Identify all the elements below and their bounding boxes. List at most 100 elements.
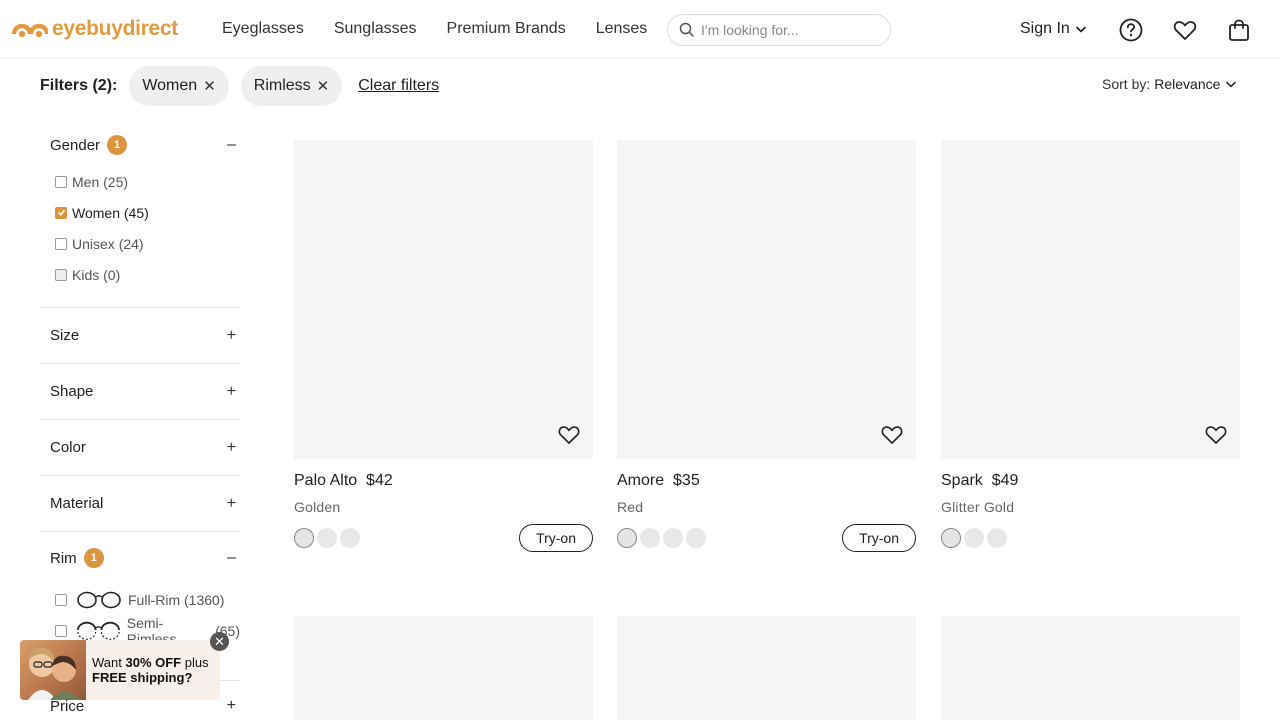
option-label: Men: [72, 173, 100, 190]
product-image[interactable]: [294, 616, 593, 720]
sort-prefix: Sort by:: [1102, 76, 1151, 92]
product-price: $42: [366, 472, 393, 489]
promo-banner[interactable]: Want 30% OFF plus FREE shipping?: [20, 640, 220, 700]
checkbox[interactable]: [55, 268, 67, 281]
heart-icon[interactable]: [1204, 423, 1228, 445]
color-swatch[interactable]: [617, 528, 637, 548]
product-card[interactable]: Spark $49 Glitter Gold: [941, 140, 1240, 548]
search-box[interactable]: [667, 14, 891, 46]
product-title[interactable]: Spark $49: [941, 472, 1018, 490]
filter-option-full-rim[interactable]: Full-Rim (1360): [40, 584, 240, 615]
option-label: Women: [72, 204, 120, 221]
collapse-icon[interactable]: –: [227, 136, 236, 154]
color-swatches: [941, 528, 1007, 548]
checkbox[interactable]: [55, 593, 67, 606]
full-rim-glasses-icon: [77, 591, 121, 608]
filter-section-size[interactable]: Size +: [40, 308, 240, 363]
color-swatch[interactable]: [987, 528, 1007, 548]
product-color: Red: [617, 499, 644, 515]
filter-section-color[interactable]: Color +: [40, 420, 240, 475]
collapse-icon[interactable]: –: [227, 549, 236, 567]
filter-section-shape[interactable]: Shape +: [40, 364, 240, 419]
product-title[interactable]: Palo Alto $42: [294, 472, 393, 490]
search-input[interactable]: [701, 22, 881, 38]
help-icon[interactable]: [1118, 17, 1144, 43]
filter-sidebar: Gender 1 – Men (25) Women (45) Unisex (2…: [40, 124, 240, 720]
checkbox[interactable]: [55, 624, 67, 637]
heart-icon[interactable]: [557, 423, 581, 445]
filter-option-women[interactable]: Women (45): [40, 197, 240, 228]
nav-lenses[interactable]: Lenses: [596, 20, 648, 38]
promo-line1-suffix: plus: [184, 655, 209, 670]
logo-text: eyebuydirect: [52, 17, 178, 40]
option-count: (0): [103, 266, 121, 283]
product-image[interactable]: [941, 616, 1240, 720]
semi-rimless-glasses-icon: [76, 621, 120, 640]
color-swatch[interactable]: [686, 528, 706, 548]
product-card[interactable]: Palo Alto $42 Golden Try-on: [294, 140, 593, 552]
color-swatch[interactable]: [663, 528, 683, 548]
expand-icon[interactable]: +: [227, 327, 236, 345]
filter-section-material[interactable]: Material +: [40, 476, 240, 531]
promo-people-image: [28, 647, 80, 700]
sort-value: Relevance: [1154, 76, 1221, 92]
main-nav: Eyeglasses Sunglasses Premium Brands Len…: [222, 20, 677, 38]
close-icon[interactable]: ✕: [317, 77, 330, 95]
product-image[interactable]: [294, 140, 593, 459]
option-label: Kids: [72, 266, 100, 283]
clear-filters-link[interactable]: Clear filters: [358, 77, 439, 95]
nav-eyeglasses[interactable]: Eyeglasses: [222, 20, 304, 38]
sign-in-label: Sign In: [1020, 20, 1070, 37]
expand-icon[interactable]: +: [227, 383, 236, 401]
filter-chip-women[interactable]: Women ✕: [129, 66, 229, 106]
product-name: Palo Alto: [294, 472, 358, 489]
filter-option-unisex[interactable]: Unisex (24): [40, 228, 240, 259]
product-image[interactable]: [941, 140, 1240, 459]
promo-close-icon[interactable]: ✕: [210, 632, 229, 651]
try-on-button[interactable]: Try-on: [842, 524, 916, 552]
section-title: Price: [50, 697, 85, 715]
color-swatch[interactable]: [317, 528, 337, 548]
filter-section-gender[interactable]: Gender 1 –: [40, 124, 240, 166]
promo-photo: [20, 640, 86, 700]
section-title: Size: [50, 327, 80, 344]
color-swatch[interactable]: [294, 528, 314, 548]
product-image[interactable]: [617, 616, 916, 720]
expand-icon[interactable]: +: [227, 495, 236, 513]
wishlist-heart-icon[interactable]: [1172, 17, 1198, 43]
sort-dropdown[interactable]: Sort by: Relevance: [1102, 76, 1238, 92]
option-count: (45): [123, 204, 149, 221]
checkbox-checked[interactable]: [55, 206, 67, 219]
color-swatch[interactable]: [640, 528, 660, 548]
product-card[interactable]: Amore $35 Red Try-on: [617, 140, 916, 552]
site-header: eyebuydirect Eyeglasses Sunglasses Premi…: [0, 0, 1280, 59]
product-image[interactable]: [617, 140, 916, 459]
product-color: Glitter Gold: [941, 499, 1015, 515]
active-filters-bar: Filters (2): Women ✕ Rimless ✕ Clear fil…: [40, 66, 439, 106]
filter-option-men[interactable]: Men (25): [40, 166, 240, 197]
color-swatch[interactable]: [340, 528, 360, 548]
logo[interactable]: eyebuydirect: [12, 17, 178, 41]
color-swatches: [617, 528, 706, 548]
checkbox[interactable]: [55, 237, 67, 250]
try-on-button[interactable]: Try-on: [519, 524, 593, 552]
expand-icon[interactable]: +: [227, 439, 236, 457]
nav-sunglasses[interactable]: Sunglasses: [334, 20, 417, 38]
product-title[interactable]: Amore $35: [617, 472, 700, 490]
cart-icon[interactable]: [1226, 17, 1252, 43]
filter-option-kids[interactable]: Kids (0): [40, 259, 240, 290]
section-title: Gender: [50, 136, 101, 154]
color-swatch[interactable]: [941, 528, 961, 548]
option-count: (1360): [184, 591, 225, 608]
close-icon[interactable]: ✕: [203, 77, 216, 95]
filter-chip-rimless[interactable]: Rimless ✕: [240, 66, 343, 106]
expand-icon[interactable]: +: [227, 697, 236, 715]
checkbox[interactable]: [55, 175, 67, 188]
count-badge: 1: [83, 548, 104, 568]
color-swatches: [294, 528, 360, 548]
nav-premium-brands[interactable]: Premium Brands: [447, 20, 566, 38]
color-swatch[interactable]: [964, 528, 984, 548]
sign-in-button[interactable]: Sign In: [1020, 20, 1088, 38]
heart-icon[interactable]: [880, 423, 904, 445]
filter-section-rim[interactable]: Rim 1 –: [40, 532, 240, 584]
